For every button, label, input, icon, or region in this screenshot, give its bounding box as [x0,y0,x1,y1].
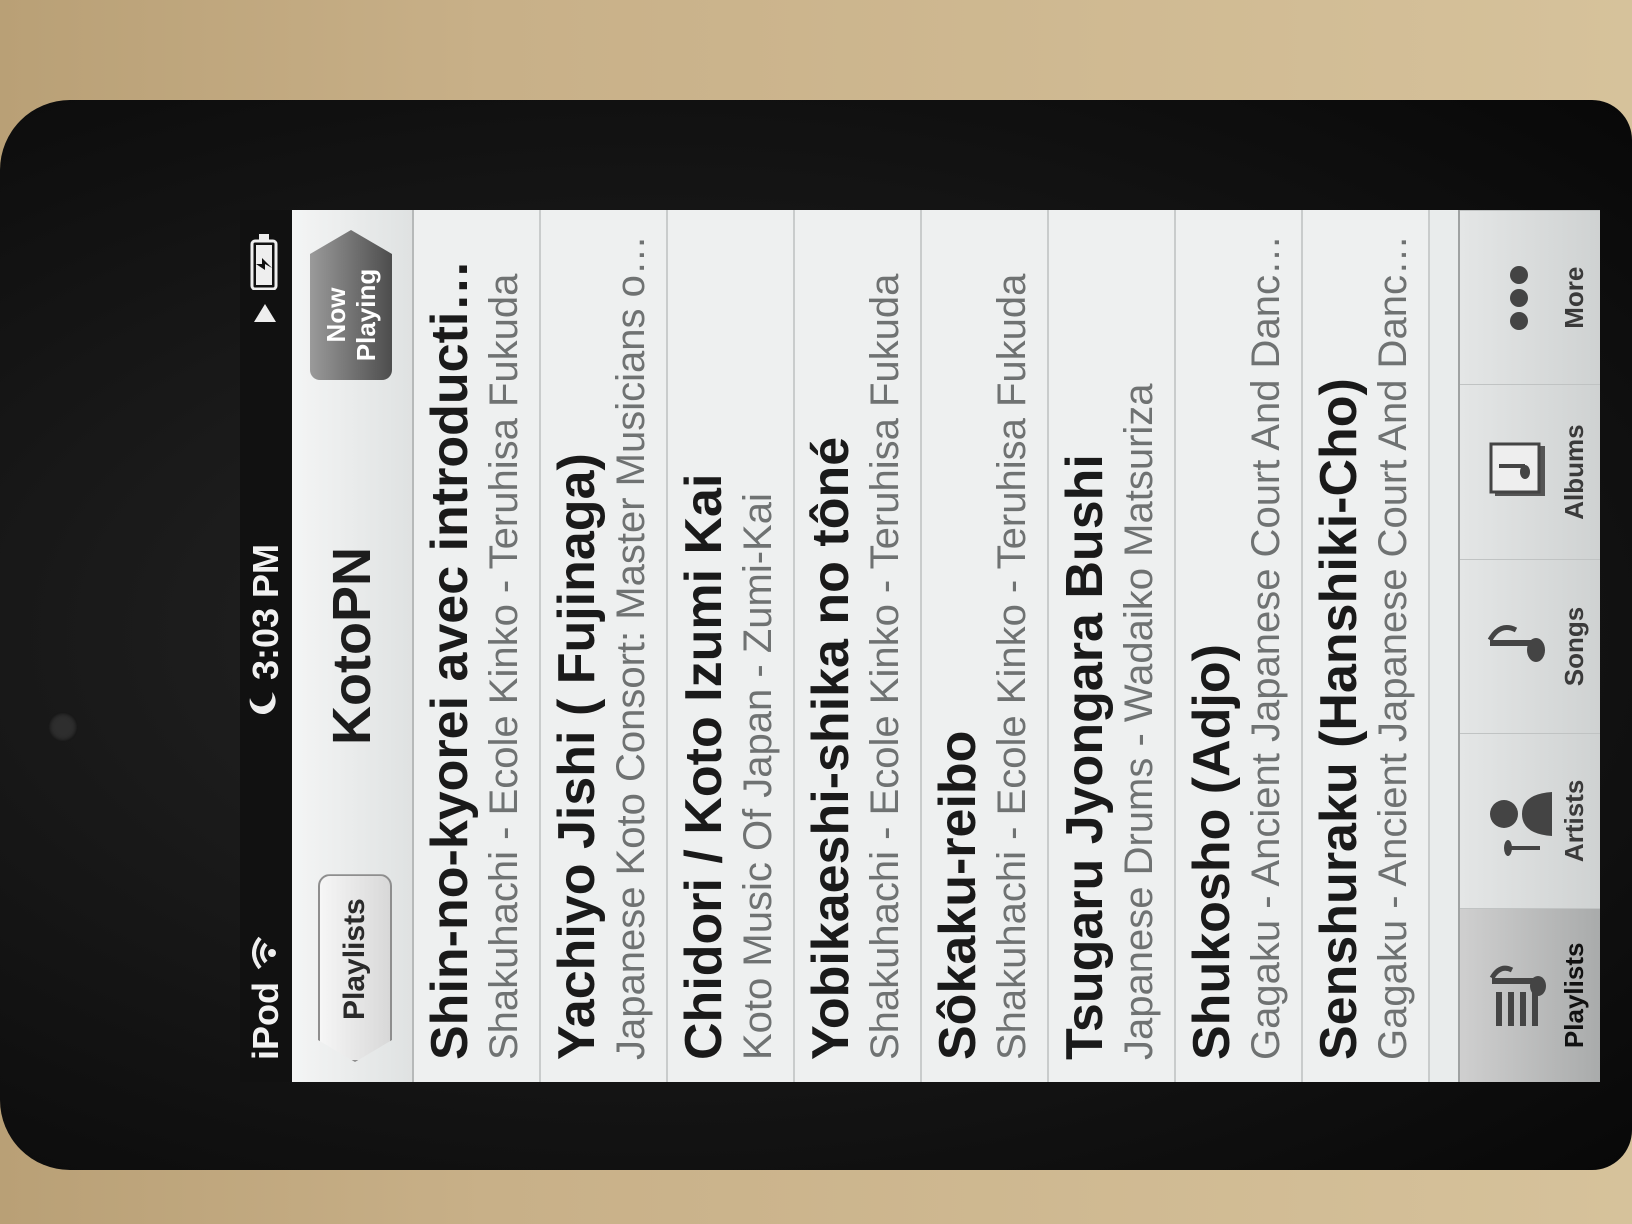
songs-icon [1479,618,1559,674]
navigation-bar: Playlists KotoPN Now Playing [292,210,414,1082]
song-row[interactable]: Yobikaeshi-shika no tôné Shakuhachi - Ec… [795,210,922,1082]
battery-charging-icon [245,232,287,291]
song-subtitle: Gagaku - Ancient Japanese Court And Danc… [1371,235,1415,1060]
song-title: Shin-no-kyorei avec introduction… [421,232,479,1060]
song-subtitle: Koto Music Of Japan - Zumi-Kai [736,493,780,1060]
song-row[interactable]: Chidori / Koto Izumi Kai Koto Music Of J… [668,210,795,1082]
front-camera [48,712,78,742]
now-playing-button[interactable]: Now Playing [310,230,392,380]
ipod-screen: iPod 3:03 PM Playlists KotoPN Now Playin… [240,210,1600,1082]
status-bar: iPod 3:03 PM [240,210,292,1082]
song-subtitle: Japanese Drums - Wadaiko Matsuriza [1117,383,1161,1060]
song-row[interactable]: Tsugaru Jyongara Bushi Japanese Drums - … [1049,210,1176,1082]
tab-albums[interactable]: Albums [1460,384,1600,559]
song-title: Senshuraku (Hanshiki-Cho) [1310,378,1368,1060]
tab-bar: Playlists Artists Songs Albums More [1458,210,1600,1082]
song-row[interactable]: Shukosho (Adjo) Gagaku - Ancient Japanes… [1176,210,1303,1082]
artists-icon [1479,786,1559,856]
song-subtitle: Japanese Koto Consort: Master Musicians … [609,232,653,1060]
moon-icon [245,690,287,716]
carrier-label: iPod [245,982,286,1060]
tab-label: More [1559,266,1589,329]
song-subtitle: Shakuhachi - Ecole Kinko - Teruhisa Fuku… [482,273,526,1060]
tab-label: Albums [1559,424,1589,520]
tab-label: Artists [1559,779,1589,863]
status-time: 3:03 PM [245,543,286,681]
song-subtitle: Shakuhachi - Ecole Kinko - Teruhisa Fuku… [990,273,1034,1060]
more-icon [1479,263,1559,333]
song-title: Chidori / Koto Izumi Kai [675,473,733,1060]
song-row[interactable]: Senshuraku (Hanshiki-Cho) Gagaku - Ancie… [1303,210,1430,1082]
song-subtitle: Gagaku - Ancient Japanese Court And Danc… [1244,235,1288,1060]
song-row[interactable]: Yachiyo Jishi ( Fujinaga) Japanese Koto … [541,210,668,1082]
tab-more[interactable]: More [1460,210,1600,385]
song-title: Tsugaru Jyongara Bushi [1056,454,1114,1060]
song-row[interactable]: Shin-no-kyorei avec introduction… Shakuh… [414,210,541,1082]
wifi-icon [245,936,287,970]
now-playing-line2: Playing [351,268,381,362]
song-list: Shin-no-kyorei avec introduction… Shakuh… [414,210,1430,1082]
playlists-back-button[interactable]: Playlists [318,874,392,1062]
tab-songs[interactable]: Songs [1460,558,1600,734]
page-title: KotoPN [322,547,382,745]
tab-playlists[interactable]: Playlists [1460,907,1600,1082]
albums-icon [1479,440,1559,504]
song-title: Yobikaeshi-shika no tôné [802,436,860,1060]
song-row[interactable]: Sôkaku-reibo Shakuhachi - Ecole Kinko - … [922,210,1049,1082]
tab-label: Playlists [1559,942,1589,1049]
playlists-icon [1479,960,1559,1030]
song-title: Sôkaku-reibo [929,730,987,1060]
song-subtitle: Shakuhachi - Ecole Kinko - Teruhisa Fuku… [863,273,907,1060]
play-icon [245,302,287,324]
now-playing-line1: Now [321,287,351,343]
tab-label: Songs [1559,606,1589,687]
tab-artists[interactable]: Artists [1460,733,1600,908]
song-title: Yachiyo Jishi ( Fujinaga) [548,453,606,1060]
song-title: Shukosho (Adjo) [1183,644,1241,1060]
